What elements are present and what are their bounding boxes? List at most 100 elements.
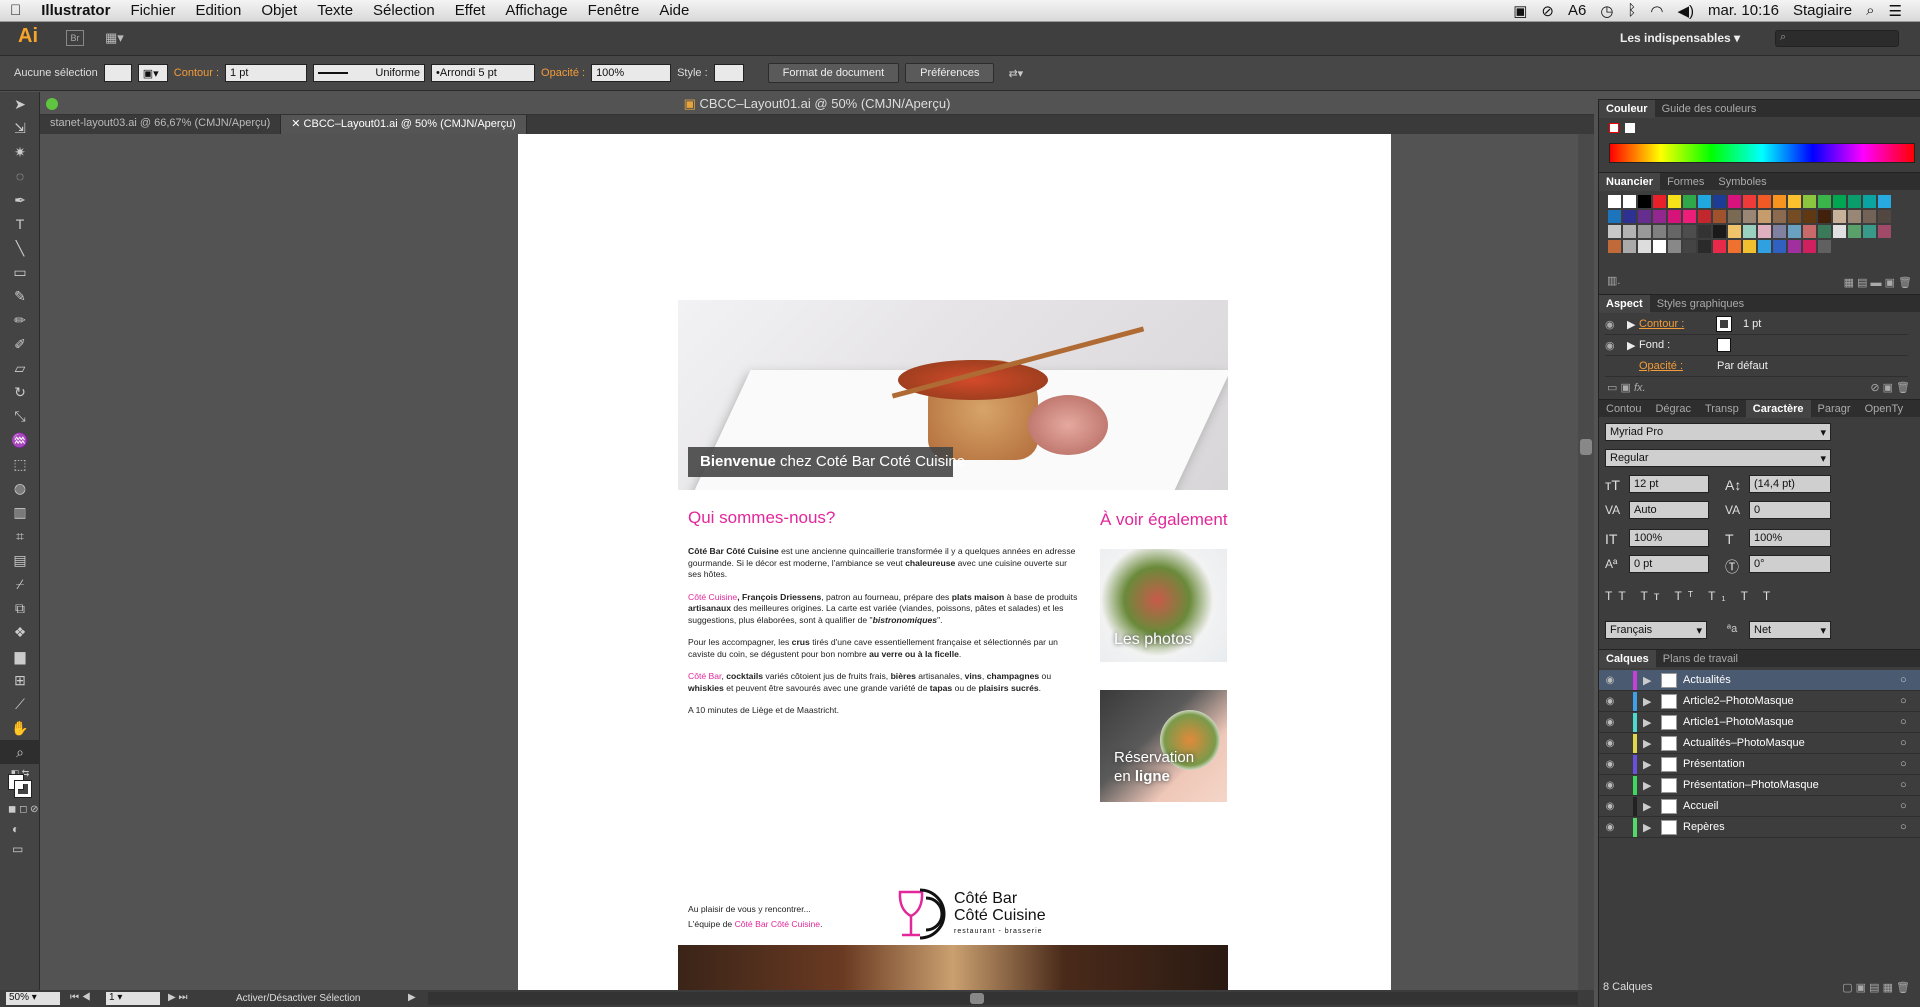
color-swatch[interactable] bbox=[1773, 210, 1786, 223]
layer-expand-icon[interactable]: ▶ bbox=[1643, 800, 1653, 813]
draw-mode-icon[interactable]: ◐ bbox=[12, 822, 19, 836]
color-swatch[interactable] bbox=[1668, 225, 1681, 238]
vertical-scrollbar[interactable] bbox=[1578, 134, 1594, 992]
tab-contour[interactable]: Contou bbox=[1599, 403, 1648, 415]
white-swatch[interactable] bbox=[1625, 123, 1635, 133]
character-rotation-field[interactable]: 0° bbox=[1749, 555, 1831, 573]
color-swatch[interactable] bbox=[1653, 225, 1666, 238]
color-swatch[interactable] bbox=[1833, 210, 1846, 223]
zoom-tool-icon[interactable]: ⌕ bbox=[0, 740, 40, 764]
slice-tool-icon[interactable]: ⟋ bbox=[0, 692, 40, 716]
layer-target-icon[interactable]: ○ bbox=[1900, 674, 1920, 686]
layer-row[interactable]: ◉ ▶ Accueil ○ bbox=[1599, 796, 1920, 817]
artboard-tool-icon[interactable]: ⊞ bbox=[0, 668, 40, 692]
color-swatch[interactable] bbox=[1863, 210, 1876, 223]
notification-icon[interactable]: ☰ bbox=[1889, 2, 1902, 20]
color-swatch[interactable] bbox=[1653, 210, 1666, 223]
tab-opentype[interactable]: OpenTy bbox=[1858, 403, 1911, 415]
reservation-card[interactable]: Réservation en ligne bbox=[1100, 690, 1227, 802]
opacity-label[interactable]: Opacité : bbox=[541, 67, 585, 79]
leading-field[interactable]: (14,4 pt) bbox=[1749, 475, 1831, 493]
kerning-field[interactable]: Auto bbox=[1629, 501, 1709, 519]
menu-texte[interactable]: Texte bbox=[307, 2, 363, 19]
status-menu-icon[interactable]: ▶ bbox=[408, 992, 416, 1003]
color-swatch[interactable] bbox=[1743, 225, 1756, 238]
layer-expand-icon[interactable]: ▶ bbox=[1643, 821, 1653, 834]
swatch-grid[interactable] bbox=[1599, 190, 1920, 274]
tab-aspect[interactable]: Aspect bbox=[1599, 294, 1650, 313]
color-swatch[interactable] bbox=[1638, 225, 1651, 238]
color-swatch[interactable] bbox=[1608, 210, 1621, 223]
vertical-scale-field[interactable]: 100% bbox=[1629, 529, 1709, 547]
eye-icon[interactable]: ◉ bbox=[1599, 759, 1621, 770]
color-swatch[interactable] bbox=[1743, 195, 1756, 208]
hand-tool-icon[interactable]: ✋ bbox=[0, 716, 40, 740]
color-swatch[interactable] bbox=[1638, 210, 1651, 223]
appearance-label[interactable]: Contour : bbox=[1639, 318, 1717, 330]
color-swatch[interactable] bbox=[1608, 225, 1621, 238]
color-swatch[interactable] bbox=[1653, 240, 1666, 253]
bridge-button[interactable]: Br bbox=[66, 30, 84, 46]
contour-width-field[interactable]: 1 pt bbox=[225, 64, 308, 82]
color-swatch[interactable] bbox=[1758, 195, 1771, 208]
layer-expand-icon[interactable]: ▶ bbox=[1643, 737, 1653, 750]
color-swatch[interactable] bbox=[1728, 210, 1741, 223]
color-swatch[interactable] bbox=[1623, 240, 1636, 253]
color-swatch[interactable] bbox=[1683, 240, 1696, 253]
document-format-button[interactable]: Format de document bbox=[767, 63, 900, 83]
stroke-swatch[interactable]: ▣▾ bbox=[137, 64, 168, 82]
stroke-color-icon[interactable] bbox=[14, 780, 32, 798]
color-mode-icons[interactable]: ◼ ◻ ⊘ bbox=[8, 804, 39, 815]
mesh-tool-icon[interactable]: ⌗ bbox=[0, 524, 40, 548]
tab-symboles[interactable]: Symboles bbox=[1711, 176, 1773, 188]
color-swatch[interactable] bbox=[1698, 210, 1711, 223]
menu-edition[interactable]: Edition bbox=[185, 2, 251, 19]
tab-calques[interactable]: Calques bbox=[1599, 649, 1656, 668]
layer-actions-icons[interactable]: ▢ ▣ ▤ ▦ 🗑 bbox=[1842, 981, 1910, 994]
swatch-library-icon[interactable]: ▥. bbox=[1607, 275, 1620, 287]
color-swatch[interactable] bbox=[1623, 225, 1636, 238]
layer-target-icon[interactable]: ○ bbox=[1900, 716, 1920, 728]
eye-icon[interactable]: ◉ bbox=[1599, 675, 1621, 686]
pen-tool-icon[interactable]: ✒ bbox=[0, 188, 40, 212]
photos-card[interactable]: Les photos bbox=[1100, 549, 1227, 662]
appearance-row-contour[interactable]: ◉ ▶ Contour : 1 pt bbox=[1605, 314, 1908, 335]
tab-formes[interactable]: Formes bbox=[1660, 176, 1711, 188]
eye-icon[interactable]: ◉ bbox=[1599, 822, 1621, 833]
layer-row[interactable]: ◉ ▶ Article2–PhotoMasque ○ bbox=[1599, 691, 1920, 712]
color-swatch[interactable] bbox=[1758, 225, 1771, 238]
color-swatch[interactable] bbox=[1653, 195, 1666, 208]
menu-fichier[interactable]: Fichier bbox=[120, 2, 185, 19]
style-dropdown[interactable] bbox=[713, 64, 744, 82]
font-style-dropdown[interactable]: Regular ▾ bbox=[1605, 449, 1831, 467]
layer-row[interactable]: ◉ ▶ Présentation ○ bbox=[1599, 754, 1920, 775]
color-swatch[interactable] bbox=[1713, 240, 1726, 253]
scale-tool-icon[interactable]: ⤡ bbox=[0, 404, 40, 428]
color-swatch[interactable] bbox=[1878, 210, 1891, 223]
symbol-sprayer-tool-icon[interactable]: ❖ bbox=[0, 620, 40, 644]
color-swatch[interactable] bbox=[1713, 210, 1726, 223]
antialias-dropdown[interactable]: Net ▾ bbox=[1749, 621, 1831, 639]
layer-name[interactable]: Actualités–PhotoMasque bbox=[1683, 737, 1900, 749]
color-swatch[interactable] bbox=[1683, 195, 1696, 208]
menu-selection[interactable]: Sélection bbox=[363, 2, 445, 19]
brush-dropdown[interactable]: • Arrondi 5 pt bbox=[431, 64, 536, 82]
status-icon[interactable]: ▣ bbox=[1513, 2, 1527, 20]
eye-icon[interactable]: ◉ bbox=[1605, 339, 1627, 352]
color-swatch[interactable] bbox=[1623, 195, 1636, 208]
appearance-row-opacite[interactable]: Opacité : Par défaut bbox=[1605, 356, 1908, 377]
scroll-thumb[interactable] bbox=[1580, 439, 1592, 455]
color-swatch[interactable] bbox=[1608, 195, 1621, 208]
color-swatch[interactable] bbox=[1608, 240, 1621, 253]
tab-stanet-layout03[interactable]: stanet-layout03.ai @ 66,67% (CMJN/Aperçu… bbox=[40, 115, 282, 134]
free-transform-tool-icon[interactable]: ⬚ bbox=[0, 452, 40, 476]
eye-icon[interactable]: ◉ bbox=[1599, 696, 1621, 707]
menubar-clock[interactable]: mar. 10:16 bbox=[1708, 2, 1779, 19]
color-swatch[interactable] bbox=[1728, 225, 1741, 238]
fill-swatch-icon[interactable] bbox=[1717, 338, 1731, 352]
layer-expand-icon[interactable]: ▶ bbox=[1643, 758, 1653, 771]
menu-aide[interactable]: Aide bbox=[649, 2, 699, 19]
color-swatch[interactable] bbox=[1788, 225, 1801, 238]
gradient-tool-icon[interactable]: ▤ bbox=[0, 548, 40, 572]
color-swatch[interactable] bbox=[1773, 240, 1786, 253]
